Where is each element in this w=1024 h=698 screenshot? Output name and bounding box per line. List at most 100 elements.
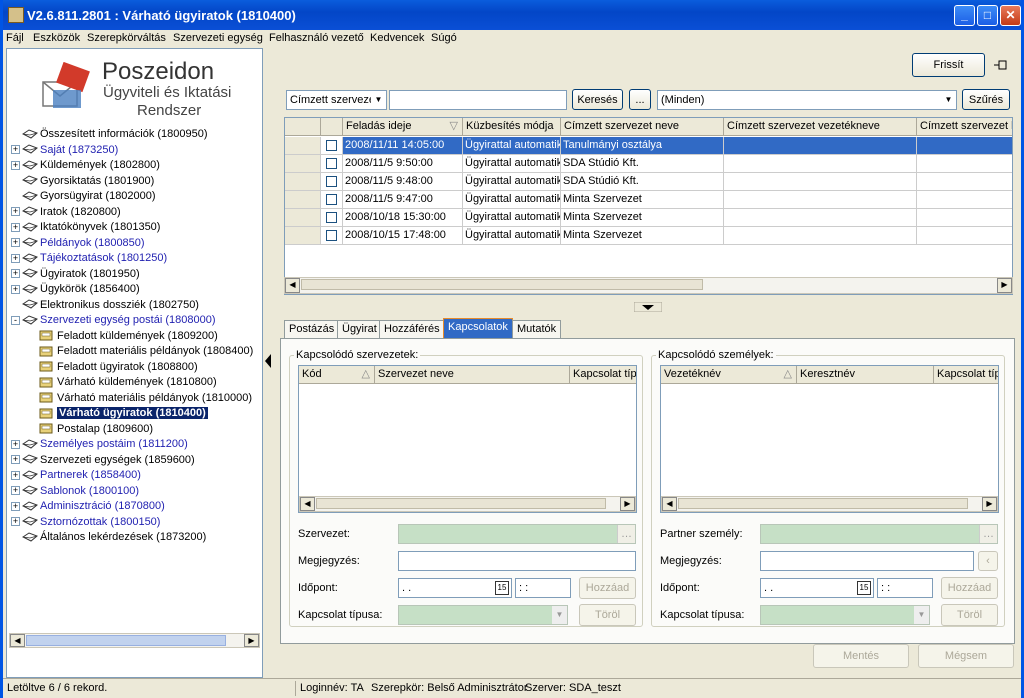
scroll-left-icon[interactable]: ◀ (662, 497, 677, 511)
tab-ugyirat[interactable]: Ügyirat (337, 320, 382, 338)
relation-type-select[interactable]: ▼ (398, 605, 568, 625)
grid-header-delivery[interactable]: Küzbesítés módja (463, 118, 561, 136)
tree-item[interactable]: Postalap (1809600) (39, 422, 153, 437)
grid-header-lastname[interactable]: Vezetéknév △ (661, 366, 797, 384)
row-checkbox[interactable] (326, 212, 337, 223)
row-checkbox-cell[interactable] (321, 155, 343, 172)
tree-horizontal-scrollbar[interactable]: ◀ ▶ (9, 633, 260, 648)
grid-header-org-lastname[interactable]: Címzett szervezet vezetékneve (724, 118, 917, 136)
maximize-button[interactable]: □ (977, 5, 998, 26)
expand-icon[interactable]: + (11, 439, 20, 449)
grid-header-sent-time[interactable]: Feladás ideje ▽ (343, 118, 463, 136)
scroll-left-icon[interactable]: ◀ (300, 497, 315, 511)
grid-header-relation-type[interactable]: Kapcsolat típu (570, 366, 636, 384)
delete-org-button[interactable]: Töröl (579, 604, 636, 626)
tree-item[interactable]: Várható materiális példányok (1810000) (39, 391, 252, 406)
expand-icon[interactable]: + (11, 222, 20, 232)
tab-kapcsolatok[interactable]: Kapcsolatok (443, 318, 513, 338)
grid-header-relation-type[interactable]: Kapcsolat típu (934, 366, 998, 384)
title-bar[interactable]: V2.6.811.2801 : Várható ügyiratok (18104… (3, 0, 1021, 30)
save-button[interactable]: Mentés (813, 644, 909, 668)
scroll-left-icon[interactable]: ◀ (10, 634, 25, 647)
tree-item[interactable]: + Adminisztráció (1870800) (11, 499, 165, 514)
tree-item[interactable]: + Sablonok (1800100) (11, 484, 139, 499)
expand-icon[interactable]: + (11, 253, 20, 263)
time-input[interactable]: : : (877, 578, 933, 598)
tree-item[interactable]: + Partnerek (1858400) (11, 468, 141, 483)
tree-item[interactable]: + Iktatókönyvek (1801350) (11, 220, 160, 235)
menu-org-unit[interactable]: Szervezeti egység (173, 32, 263, 44)
pin-icon[interactable] (994, 59, 1008, 71)
row-checkbox-cell[interactable] (321, 173, 343, 190)
tree-item[interactable]: + Példányok (1800850) (11, 236, 145, 251)
row-checkbox-cell[interactable] (321, 191, 343, 208)
scroll-thumb[interactable] (678, 498, 968, 509)
relation-type-select[interactable]: ▼ (760, 605, 930, 625)
tree-item[interactable]: Feladott küldemények (1809200) (39, 329, 218, 344)
collapse-icon[interactable]: - (11, 315, 20, 325)
grid-horizontal-scrollbar[interactable]: ◀ ▶ (284, 277, 1013, 294)
expand-icon[interactable]: + (11, 517, 20, 527)
tree-item[interactable]: + Küldemények (1802800) (11, 158, 160, 173)
expand-icon[interactable]: + (11, 207, 20, 217)
menu-role-switch[interactable]: Szerepkörváltás (87, 32, 166, 44)
scroll-thumb[interactable] (26, 635, 226, 646)
row-checkbox[interactable] (326, 140, 337, 151)
row-checkbox-cell[interactable] (321, 137, 343, 154)
grid-header-org-name[interactable]: Címzett szervezet neve (561, 118, 724, 136)
note-input[interactable] (398, 551, 636, 571)
search-button[interactable]: Keresés (572, 89, 623, 110)
date-input[interactable]: . . 15 (398, 578, 512, 598)
table-row[interactable]: 2008/11/5 9:50:00 Ügyirattal automatiku SD… (285, 155, 1012, 173)
filter-button[interactable]: Szűrés (962, 89, 1010, 110)
tree-item[interactable]: + Szervezeti egységek (1859600) (11, 453, 195, 468)
time-input[interactable]: : : (515, 578, 571, 598)
tree-item[interactable]: Gyorsügyirat (1802000) (11, 189, 156, 204)
tree-item[interactable]: + Tájékoztatások (1801250) (11, 251, 167, 266)
expand-icon[interactable]: + (11, 501, 20, 511)
orgs-horizontal-scrollbar[interactable]: ◀ ▶ (299, 496, 636, 512)
minimize-button[interactable]: _ (954, 5, 975, 26)
tree-item[interactable]: Várható ügyiratok (1810400) (39, 406, 208, 421)
scroll-left-icon[interactable]: ◀ (285, 278, 300, 293)
search-field-select[interactable]: Címzett szervezete ▼ (286, 90, 387, 110)
tree-item[interactable]: + Személyes postáim (1811200) (11, 437, 188, 452)
grid-header-org-name[interactable]: Szervezet neve (375, 366, 570, 384)
cancel-button[interactable]: Mégsem (918, 644, 1014, 668)
expand-icon[interactable]: + (11, 160, 20, 170)
filter-select[interactable]: (Minden) ▼ (657, 90, 957, 110)
tree-item[interactable]: + Ügyiratok (1801950) (11, 267, 140, 282)
tree-item[interactable]: + Ügykörök (1856400) (11, 282, 140, 297)
refresh-button[interactable]: Frissít (912, 53, 985, 77)
menu-tools[interactable]: Eszközök (33, 32, 80, 44)
tree-item[interactable]: Általános lekérdezések (1873200) (11, 530, 206, 545)
scroll-right-icon[interactable]: ▶ (997, 278, 1012, 293)
expand-icon[interactable]: + (11, 145, 20, 155)
date-input[interactable]: . . 15 (760, 578, 874, 598)
grid-header-code[interactable]: Kód △ (299, 366, 375, 384)
collapse-detail-icon[interactable] (634, 302, 662, 312)
row-checkbox[interactable] (326, 158, 337, 169)
persons-horizontal-scrollbar[interactable]: ◀ ▶ (661, 496, 998, 512)
back-arrow-icon[interactable]: ‹ (978, 551, 998, 571)
tree-item[interactable]: Feladott ügyiratok (1808800) (39, 360, 198, 375)
expand-icon[interactable]: + (11, 284, 20, 294)
menu-user-manager[interactable]: Felhasználó vezető (269, 32, 364, 44)
expand-icon[interactable]: + (11, 455, 20, 465)
expand-icon[interactable]: + (11, 486, 20, 496)
table-row[interactable]: 2008/11/5 9:48:00 Ügyirattal automatiku SD… (285, 173, 1012, 191)
scroll-right-icon[interactable]: ▶ (244, 634, 259, 647)
table-row[interactable]: 2008/11/11 14:05:00 Ügyirattal automatiku… (285, 137, 1012, 155)
expand-icon[interactable]: + (11, 238, 20, 248)
tab-hozzaferes[interactable]: Hozzáférés (379, 320, 445, 338)
tree-item[interactable]: Elektronikus dossziék (1802750) (11, 298, 199, 313)
row-checkbox[interactable] (326, 176, 337, 187)
grid-header-org-firstname[interactable]: Címzett szervezet ke (917, 118, 1012, 136)
menu-favorites[interactable]: Kedvencek (370, 32, 424, 44)
tab-mutatok[interactable]: Mutatók (512, 320, 562, 338)
row-checkbox[interactable] (326, 230, 337, 241)
grid-header-firstname[interactable]: Keresztnév (797, 366, 934, 384)
tree-item[interactable]: + Sztornózottak (1800150) (11, 515, 160, 530)
scroll-thumb[interactable] (301, 279, 703, 290)
calendar-icon[interactable]: 15 (495, 581, 509, 595)
